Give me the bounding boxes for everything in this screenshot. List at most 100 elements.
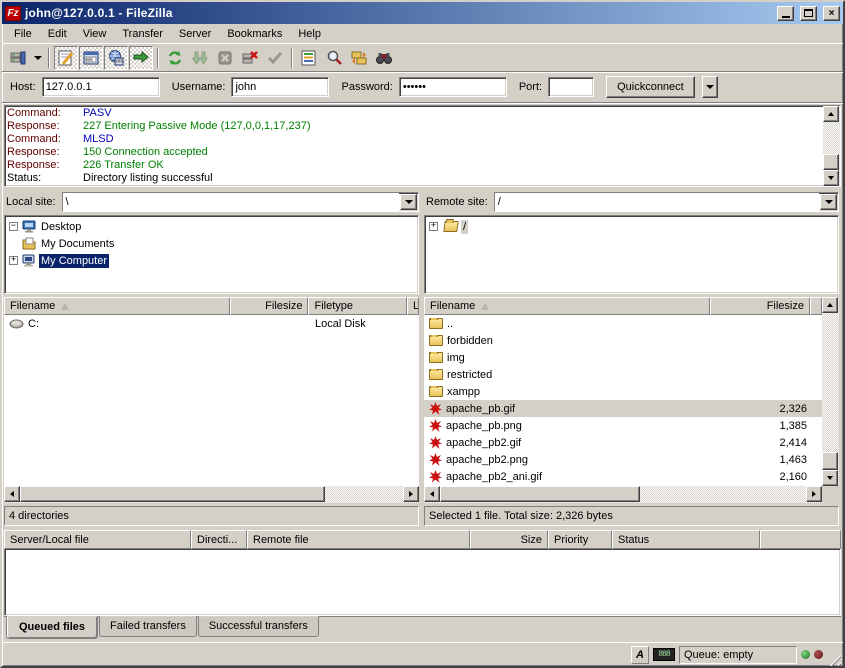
scroll-left-button[interactable]: [4, 486, 20, 502]
remote-column-filename[interactable]: Filename: [424, 297, 710, 315]
synchronized-browsing-button[interactable]: [347, 46, 371, 70]
quickconnect-button[interactable]: Quickconnect: [606, 76, 695, 98]
scroll-up-button[interactable]: [822, 297, 838, 313]
collapse-expander-icon[interactable]: −: [9, 222, 18, 231]
remote-site-dropdown-button[interactable]: [820, 194, 837, 210]
toggle-local-tree-button[interactable]: [79, 46, 103, 70]
port-input[interactable]: [548, 77, 594, 97]
local-horizontal-scrollbar[interactable]: [4, 486, 419, 503]
process-queue-button[interactable]: [188, 46, 212, 70]
scrollbar-thumb[interactable]: [823, 154, 839, 170]
local-file-row-c-drive[interactable]: C: Local Disk: [4, 315, 419, 332]
scrollbar-thumb[interactable]: [822, 452, 838, 470]
password-input[interactable]: [399, 77, 507, 97]
menu-bookmarks[interactable]: Bookmarks: [219, 26, 290, 42]
local-column-filename[interactable]: Filename: [4, 297, 230, 315]
log-vertical-scrollbar[interactable]: [823, 106, 840, 186]
directory-comparison-button[interactable]: [322, 46, 346, 70]
scroll-right-button[interactable]: [806, 486, 822, 502]
remote-column-filler: [810, 297, 822, 315]
queue-column-server-local-file[interactable]: Server/Local file: [4, 530, 191, 549]
remote-row-apache-pb-gif[interactable]: apache_pb.gif 2,326: [424, 400, 822, 417]
expand-expander-icon[interactable]: +: [429, 222, 438, 231]
toggle-remote-tree-button[interactable]: [104, 46, 128, 70]
queue-column-direction[interactable]: Directi...: [191, 530, 247, 549]
toggle-transfer-queue-button[interactable]: [129, 46, 153, 70]
tree-item-my-documents[interactable]: My Documents: [5, 235, 418, 252]
site-manager-button[interactable]: [6, 46, 30, 70]
refresh-button[interactable]: [163, 46, 187, 70]
close-button[interactable]: ×: [823, 6, 840, 21]
title-bar[interactable]: Fz john@127.0.0.1 - FileZilla ×: [2, 2, 843, 24]
menu-server[interactable]: Server: [171, 26, 219, 42]
local-site-dropdown-button[interactable]: [400, 194, 417, 210]
local-column-lastmodified[interactable]: L: [407, 297, 419, 315]
menu-edit[interactable]: Edit: [40, 26, 75, 42]
folder-icon: [429, 335, 443, 346]
scroll-left-button[interactable]: [424, 486, 440, 502]
quickconnect-dropdown-button[interactable]: [702, 76, 718, 98]
tree-item-desktop[interactable]: − Desktop: [5, 218, 418, 235]
remote-vertical-scrollbar[interactable]: [822, 297, 839, 486]
remote-pane: Remote site: / + / Filename Filesize: [424, 191, 839, 526]
scrollbar-thumb[interactable]: [20, 486, 325, 502]
queue-column-status[interactable]: Status: [612, 530, 760, 549]
minimize-button[interactable]: [777, 6, 794, 21]
recv-activity-led: [801, 650, 810, 659]
minimize-icon: [782, 16, 790, 18]
queue-column-size[interactable]: Size: [470, 530, 548, 549]
tree-item-my-computer[interactable]: + My Computer: [5, 252, 418, 269]
scroll-up-button[interactable]: [823, 106, 839, 122]
menu-transfer[interactable]: Transfer: [114, 26, 171, 42]
queue-column-remote-file[interactable]: Remote file: [247, 530, 470, 549]
message-log: Command:PASV Response:227 Entering Passi…: [4, 105, 841, 187]
toggle-processing-button[interactable]: [263, 46, 287, 70]
scroll-right-button[interactable]: [403, 486, 419, 502]
remote-row-parent-dir[interactable]: ..: [424, 315, 822, 332]
remote-row-restricted[interactable]: restricted: [424, 366, 822, 383]
cancel-operation-button[interactable]: [213, 46, 237, 70]
scroll-down-button[interactable]: [823, 170, 839, 186]
remote-row-xampp[interactable]: xampp: [424, 383, 822, 400]
local-column-filesize[interactable]: Filesize: [230, 297, 309, 315]
remote-horizontal-scrollbar[interactable]: [424, 486, 822, 503]
speed-limits-icon[interactable]: 888: [653, 648, 675, 661]
site-manager-dropdown-button[interactable]: [31, 46, 44, 70]
directory-filters-button[interactable]: [297, 46, 321, 70]
menu-help[interactable]: Help: [290, 26, 329, 42]
tree-item-root[interactable]: + /: [425, 218, 838, 235]
toggle-message-log-button[interactable]: [54, 46, 78, 70]
menu-file[interactable]: File: [6, 26, 40, 42]
remote-row-apache-pb2-ani-gif[interactable]: apache_pb2_ani.gif 2,160: [424, 468, 822, 485]
expand-expander-icon[interactable]: +: [9, 256, 18, 265]
local-site-label: Local site:: [4, 196, 58, 208]
remote-row-img[interactable]: img: [424, 349, 822, 366]
queue-column-priority[interactable]: Priority: [548, 530, 612, 549]
local-site-value[interactable]: \: [63, 193, 399, 211]
menu-view[interactable]: View: [75, 26, 115, 42]
username-input[interactable]: [231, 77, 329, 97]
remote-row-apache-pb-png[interactable]: apache_pb.png 1,385: [424, 417, 822, 434]
local-column-filetype[interactable]: Filetype: [308, 297, 407, 315]
filezilla-app-icon[interactable]: Fz: [5, 6, 21, 21]
disconnect-icon: [241, 49, 259, 67]
remote-row-apache-pb2-png[interactable]: apache_pb2.png 1,463: [424, 451, 822, 468]
tab-queued-files[interactable]: Queued files: [6, 616, 98, 639]
disconnect-button[interactable]: [238, 46, 262, 70]
remote-column-filesize[interactable]: Filesize: [710, 297, 810, 315]
remote-row-forbidden[interactable]: forbidden: [424, 332, 822, 349]
quickconnect-bar: Host: Username: Password: Port: Quickcon…: [2, 72, 843, 103]
tab-failed-transfers[interactable]: Failed transfers: [99, 616, 197, 637]
tab-successful-transfers[interactable]: Successful transfers: [198, 616, 319, 637]
scroll-down-button[interactable]: [822, 470, 838, 486]
remote-site-combo[interactable]: /: [494, 192, 839, 212]
local-site-combo[interactable]: \: [62, 192, 419, 212]
host-input[interactable]: [42, 77, 160, 97]
scrollbar-thumb[interactable]: [440, 486, 640, 502]
maximize-button[interactable]: [800, 6, 817, 21]
resize-grip[interactable]: [827, 652, 841, 666]
remote-site-value[interactable]: /: [495, 193, 819, 211]
remote-row-apache-pb2-gif[interactable]: apache_pb2.gif 2,414: [424, 434, 822, 451]
transfer-type-indicator[interactable]: A: [631, 646, 649, 664]
find-files-button[interactable]: [372, 46, 396, 70]
